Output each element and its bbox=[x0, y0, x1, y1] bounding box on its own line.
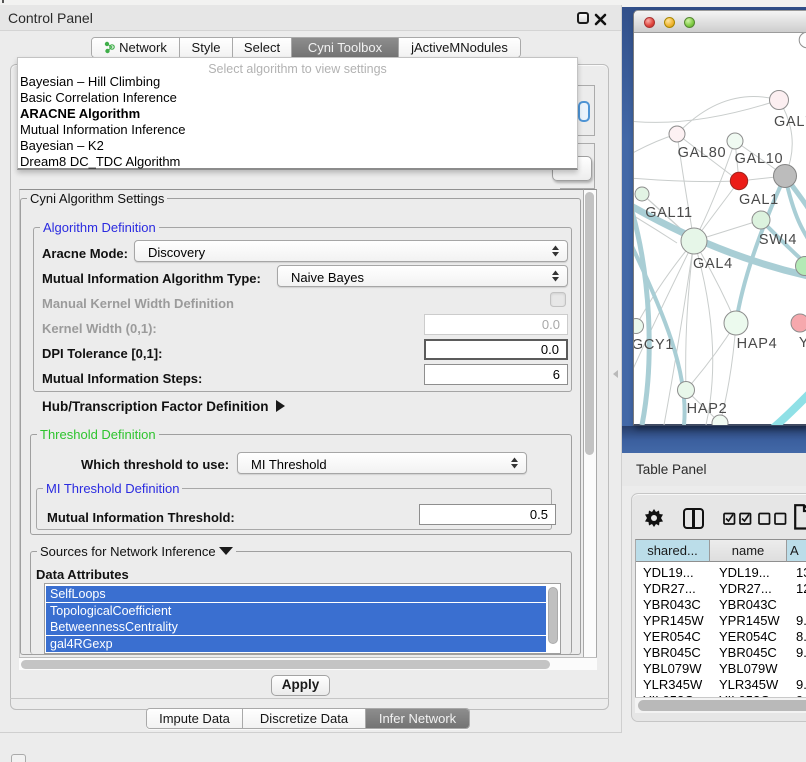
svg-text:GAL80: GAL80 bbox=[678, 145, 727, 161]
svg-text:GAL4: GAL4 bbox=[693, 256, 733, 272]
svg-text:Y: Y bbox=[799, 335, 806, 351]
svg-text:SWI4: SWI4 bbox=[759, 232, 797, 248]
svg-text:GAL10: GAL10 bbox=[735, 151, 784, 167]
svg-text:GAL1: GAL1 bbox=[739, 192, 779, 208]
svg-text:GAL7: GAL7 bbox=[774, 114, 806, 130]
svg-text:GAL11: GAL11 bbox=[645, 205, 693, 221]
svg-text:HAP4: HAP4 bbox=[737, 336, 778, 352]
svg-text:GCY1: GCY1 bbox=[634, 337, 674, 353]
svg-text:HAP2: HAP2 bbox=[687, 401, 728, 417]
